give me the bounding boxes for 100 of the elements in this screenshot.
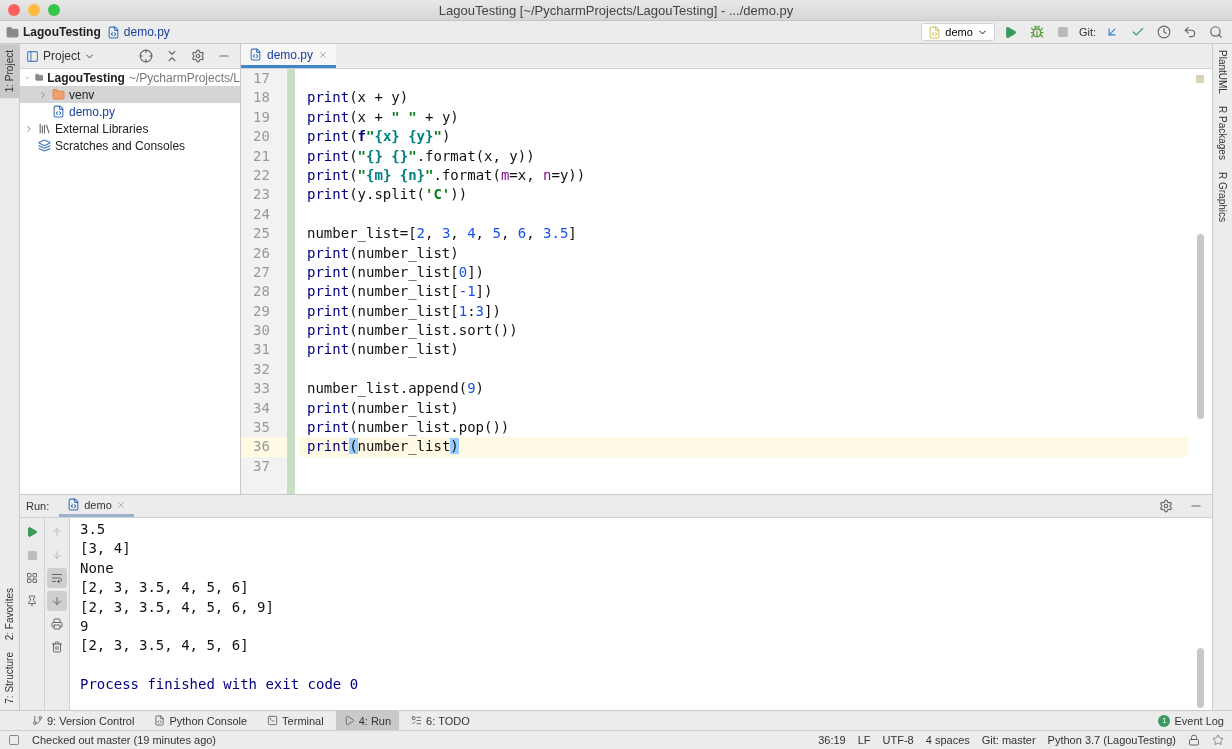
console-line: [2, 3, 3.5, 4, 5, 6] — [80, 636, 250, 656]
code-line: print(number_list.sort()) — [306, 321, 519, 341]
close-icon — [115, 499, 126, 510]
line-number: 20 — [252, 127, 271, 147]
code-line: number_list=[2, 3, 4, 5, 6, 3.5] — [306, 224, 578, 244]
play-icon — [26, 526, 38, 538]
python-file-icon — [106, 25, 120, 39]
tool-tab-icon — [32, 715, 43, 726]
folder-icon — [34, 71, 44, 84]
tree-item[interactable]: LagouTesting ~/PycharmProjects/L — [20, 69, 240, 86]
line-number: 18 — [252, 88, 271, 108]
search-icon — [1209, 25, 1223, 39]
console-line: [2, 3, 3.5, 4, 5, 6] — [80, 578, 250, 598]
line-number: 17 — [252, 69, 271, 88]
tool-window-tab[interactable]: 7: Structure — [0, 646, 19, 710]
status-item[interactable]: UTF-8 — [882, 734, 914, 746]
arrow-down-icon — [51, 595, 63, 607]
arrow-down-icon — [51, 549, 63, 561]
panel-title[interactable]: Project — [26, 49, 96, 63]
panel-icon — [26, 49, 39, 63]
tool-window-tab[interactable]: 1: Project — [0, 44, 19, 99]
code-line: print(y.split('C')) — [306, 185, 469, 205]
status-item[interactable]: LF — [857, 734, 871, 746]
event-log-button[interactable]: 1 Event Log — [1150, 711, 1232, 730]
python-icon — [928, 25, 942, 39]
tool-tab[interactable]: 9: Version Control — [24, 711, 143, 730]
tool-tab[interactable]: Terminal — [259, 711, 332, 730]
scratch-icon — [38, 139, 51, 152]
console-line: None — [80, 558, 115, 578]
close-button[interactable] — [8, 4, 20, 16]
tool-tab[interactable]: 4: Run — [335, 711, 400, 730]
collapse-icon — [165, 49, 179, 63]
editor-tab[interactable]: demo.py — [241, 44, 337, 68]
line-number: 37 — [252, 456, 271, 476]
tool-window-tab[interactable]: R Packages — [1213, 99, 1232, 166]
tree-item[interactable]: demo.py — [20, 103, 240, 120]
line-number: 26 — [252, 243, 271, 263]
tool-tab-icon — [154, 715, 166, 726]
tool-window-tab[interactable]: PlantUML — [1213, 44, 1232, 100]
breadcrumb[interactable]: demo.py — [106, 25, 170, 39]
tree-item[interactable]: venv — [20, 86, 240, 103]
run-config-dropdown[interactable]: demo — [921, 23, 995, 41]
tool-tab-icon — [343, 715, 355, 726]
close-icon — [318, 49, 329, 60]
status-message: Checked out master (19 minutes ago) — [32, 734, 217, 746]
line-number: 33 — [252, 379, 271, 399]
zoom-button[interactable] — [48, 4, 60, 16]
pin-icon — [26, 595, 38, 607]
window-title: LagouTesting [~/PycharmProjects/LagouTesting] - .../demo.py — [438, 2, 794, 18]
run-label: Run: — [26, 500, 50, 512]
line-number: 36 — [241, 437, 287, 457]
tool-window-tab[interactable]: R Graphics — [1213, 165, 1232, 228]
tree-item-label: LagouTesting — [47, 70, 125, 85]
tree-item-label: External Libraries — [55, 121, 149, 136]
line-number: 29 — [252, 301, 271, 321]
status-item[interactable]: 4 spaces — [925, 734, 970, 746]
line-number: 30 — [252, 321, 271, 341]
line-number: 32 — [252, 359, 271, 379]
clock-icon — [1157, 25, 1171, 39]
tree-item-label: Scratches and Consoles — [55, 138, 186, 153]
tool-tab[interactable]: 6: TODO — [403, 711, 478, 730]
scroll-to-end-button[interactable] — [47, 591, 67, 611]
line-number: 21 — [252, 146, 271, 166]
code-line: print(f"{x} {y}") — [306, 127, 452, 147]
caret-icon[interactable] — [38, 89, 48, 100]
library-icon — [38, 122, 51, 135]
python-icon — [67, 498, 81, 511]
line-number: 25 — [252, 224, 271, 244]
tool-tab[interactable]: Python Console — [146, 711, 256, 730]
bug-icon — [1029, 25, 1044, 39]
tree-item[interactable]: Scratches and Consoles — [20, 137, 240, 154]
code-line: print(x + y) — [306, 88, 410, 108]
line-number: 19 — [252, 107, 271, 127]
tool-tab-icon — [411, 715, 423, 726]
soft-wrap-button[interactable] — [47, 568, 67, 588]
caret-icon[interactable] — [24, 123, 34, 134]
status-item[interactable]: 36:19 — [818, 734, 846, 746]
project-path: ~/PycharmProjects/L — [128, 70, 240, 85]
console-line: 9 — [80, 616, 90, 636]
line-number: 24 — [252, 204, 271, 224]
minimize-button[interactable] — [28, 4, 40, 16]
scrollbar[interactable] — [1197, 648, 1204, 708]
play-icon — [1004, 25, 1018, 39]
line-number: 35 — [252, 418, 271, 438]
status-icon — [8, 734, 20, 746]
code-line: print(number_list) — [306, 340, 460, 360]
check-icon — [1131, 25, 1145, 39]
scrollbar[interactable] — [1197, 234, 1204, 419]
status-item[interactable]: Git: master — [981, 734, 1036, 746]
line-number: 34 — [252, 398, 271, 418]
run-tab[interactable]: demo — [59, 495, 134, 517]
line-number: 28 — [252, 282, 271, 302]
code-line: print(number_list[-1]) — [306, 282, 494, 302]
breadcrumb[interactable]: LagouTesting — [6, 25, 101, 39]
code-line: print(number_list[1:3]) — [306, 301, 502, 322]
status-item[interactable]: Python 3.7 (LagouTesting) — [1047, 734, 1176, 746]
inspection-marker — [1196, 75, 1204, 83]
tool-window-tab[interactable]: 2: Favorites — [0, 582, 19, 647]
tree-item[interactable]: External Libraries — [20, 120, 240, 137]
code-line: print(number_list[0]) — [306, 262, 486, 283]
